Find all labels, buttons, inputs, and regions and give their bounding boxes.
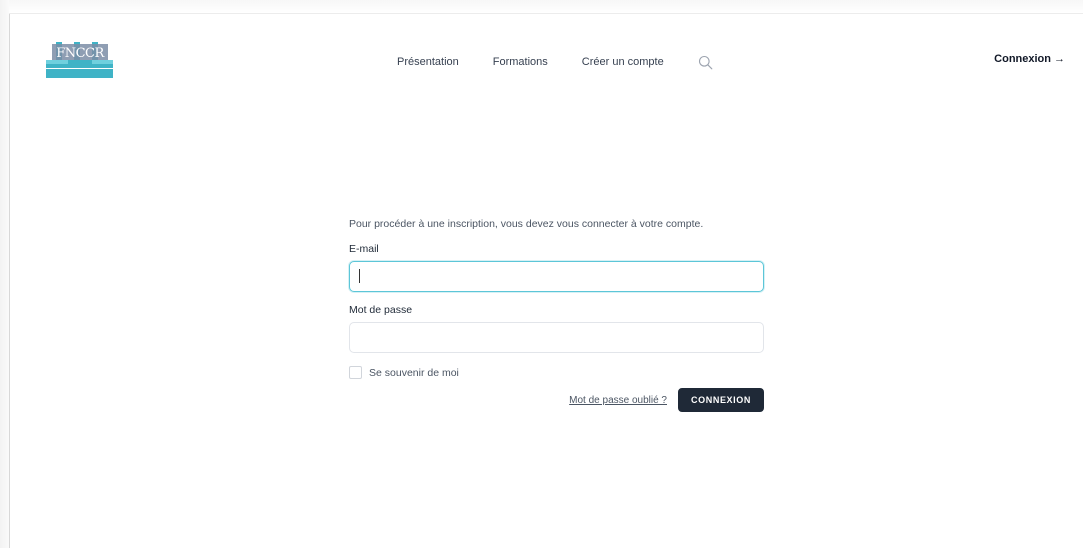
logo-text: FNCCR bbox=[56, 46, 105, 61]
header-login-link[interactable]: Connexion → bbox=[994, 53, 1065, 65]
password-label: Mot de passe bbox=[349, 304, 413, 316]
fnccr-logo[interactable]: FNCCR bbox=[46, 38, 113, 78]
text-caret bbox=[359, 269, 360, 283]
site-header: FNCCR Présentation Formations Créer un c… bbox=[10, 14, 1083, 104]
email-field[interactable] bbox=[349, 261, 764, 292]
header-login-label: Connexion bbox=[994, 53, 1051, 65]
login-submit-button[interactable]: CONNEXION bbox=[678, 388, 764, 412]
window-frame-left bbox=[0, 0, 10, 548]
remember-me-checkbox[interactable] bbox=[349, 366, 362, 379]
arrow-right-icon: → bbox=[1054, 53, 1065, 65]
forgot-password-link[interactable]: Mot de passe oublié ? bbox=[569, 395, 667, 406]
window-frame-top bbox=[9, 0, 1083, 14]
search-icon[interactable] bbox=[698, 55, 713, 70]
remember-me-row: Se souvenir de moi bbox=[349, 366, 764, 379]
form-actions: Mot de passe oublié ? CONNEXION bbox=[349, 388, 764, 412]
nav-item-creer-compte[interactable]: Créer un compte bbox=[582, 56, 664, 68]
email-label: E-mail bbox=[349, 243, 379, 255]
password-field[interactable] bbox=[349, 322, 764, 353]
email-field-wrap bbox=[349, 261, 764, 292]
main-nav: Présentation Formations Créer un compte bbox=[397, 52, 713, 72]
fnccr-logo-graphic: FNCCR bbox=[46, 42, 113, 78]
nav-item-formations[interactable]: Formations bbox=[493, 56, 548, 68]
remember-me-label: Se souvenir de moi bbox=[369, 366, 459, 379]
nav-item-presentation[interactable]: Présentation bbox=[397, 56, 459, 68]
login-form: Pour procéder à une inscription, vous de… bbox=[349, 217, 764, 412]
login-intro-text: Pour procéder à une inscription, vous de… bbox=[349, 218, 704, 230]
